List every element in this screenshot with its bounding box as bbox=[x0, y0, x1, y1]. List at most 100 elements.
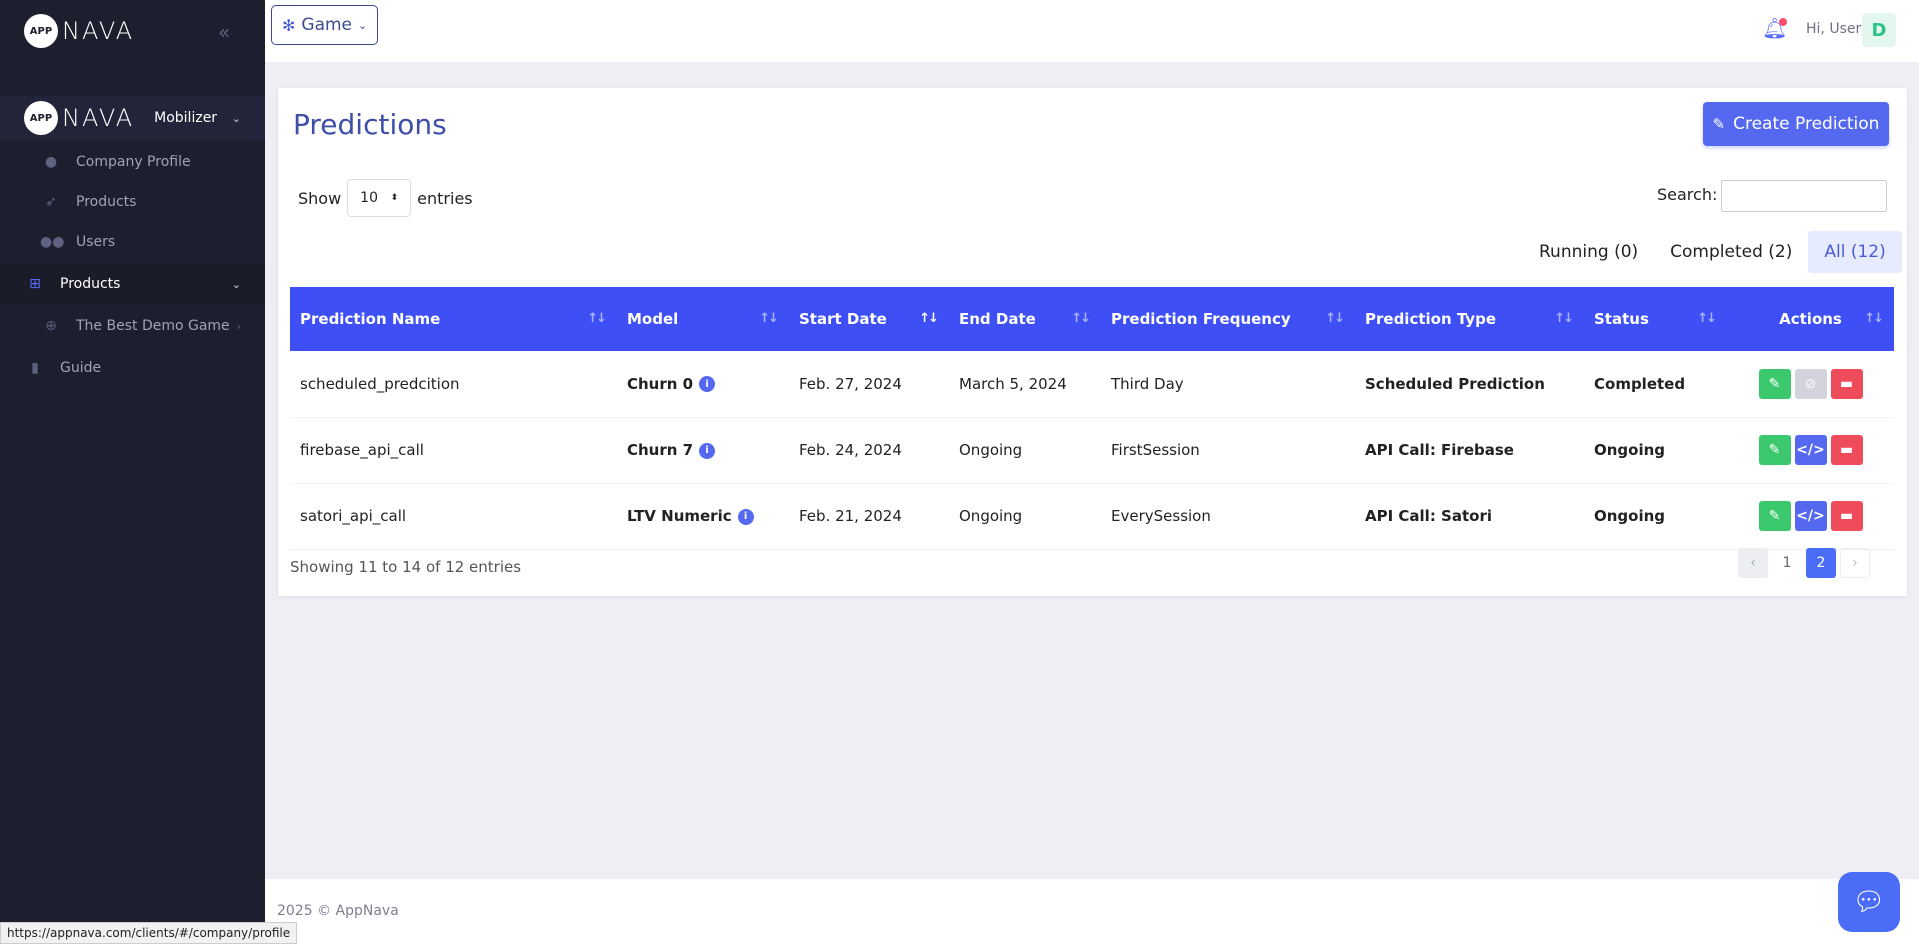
delete-button[interactable]: ▬ bbox=[1830, 435, 1863, 465]
sidebar-item-label: Company Profile bbox=[76, 154, 191, 170]
sidebar-item-label: Guide bbox=[60, 360, 102, 376]
brand-logo[interactable]: APP NAVA bbox=[24, 14, 134, 48]
info-icon[interactable]: i bbox=[699, 376, 716, 393]
gear-icon: ✻ bbox=[282, 15, 296, 35]
table-info: Showing 11 to 14 of 12 entries bbox=[290, 558, 522, 576]
org-name: Mobilizer bbox=[154, 110, 218, 126]
create-prediction-button[interactable]: ✎ Create Prediction bbox=[1703, 102, 1889, 146]
previous-page-button[interactable]: ‹ bbox=[1738, 548, 1768, 578]
code-icon: </> bbox=[1796, 442, 1825, 458]
sort-desc-icon: ↑↓ bbox=[919, 311, 939, 326]
chat-icon: 💬︎ bbox=[1852, 887, 1886, 917]
column-header-prediction-name[interactable]: Prediction Name ↑↓ bbox=[290, 287, 617, 351]
model-cell: Churn 0 i bbox=[617, 351, 789, 417]
sidebar-item-label: Products bbox=[76, 194, 137, 210]
column-header-end-date[interactable]: End Date ↑↓ bbox=[949, 287, 1101, 351]
double-chevron-left-icon[interactable]: « bbox=[218, 20, 230, 44]
column-header-start-date[interactable]: Start Date ↑↓ bbox=[789, 287, 949, 351]
model-name: LTV Numeric bbox=[627, 507, 732, 525]
code-button[interactable]: </> bbox=[1794, 435, 1827, 465]
game-label: Game bbox=[301, 15, 353, 35]
notification-dot bbox=[1779, 18, 1787, 26]
actions-cell: ✎ ⊘ ▬ bbox=[1727, 351, 1894, 417]
ban-icon: ⊘ bbox=[1804, 375, 1817, 392]
tab-running[interactable]: Running (0) bbox=[1523, 231, 1654, 273]
column-label: Start Date bbox=[799, 310, 887, 328]
search-input[interactable] bbox=[1721, 180, 1887, 212]
prediction-name: firebase_api_call bbox=[300, 441, 424, 459]
sidebar-item-label: Users bbox=[76, 234, 116, 250]
tab-completed[interactable]: Completed (2) bbox=[1654, 231, 1808, 273]
sidebar-item-products[interactable]: ⊞ Products ⌄ bbox=[0, 264, 265, 304]
chat-button[interactable]: 💬︎ bbox=[1838, 872, 1900, 932]
prediction-frequency: Third Day bbox=[1111, 374, 1184, 393]
edit-button[interactable]: ✎ bbox=[1758, 435, 1791, 465]
column-header-status[interactable]: Status ↑↓ bbox=[1584, 287, 1727, 351]
avatar[interactable]: D bbox=[1862, 13, 1896, 47]
footer: 2025 © AppNava bbox=[265, 879, 1919, 944]
model-name: Churn 0 bbox=[627, 374, 694, 393]
sidebar-org-mobilizer[interactable]: APP NAVA Mobilizer ⌄ bbox=[0, 96, 265, 140]
chevron-right-icon: › bbox=[236, 319, 241, 333]
org-logo-mark-icon: APP bbox=[24, 101, 58, 135]
column-header-prediction-type[interactable]: Prediction Type ↑↓ bbox=[1355, 287, 1584, 351]
sidebar-item-company-profile[interactable]: ● Company Profile bbox=[0, 142, 265, 182]
footer-copyright: 2025 © AppNava bbox=[277, 903, 399, 919]
status: Ongoing bbox=[1594, 441, 1666, 459]
disabled-button[interactable]: ⊘ bbox=[1794, 368, 1827, 399]
sidebar-item-label: Products bbox=[60, 276, 121, 292]
prediction-type: API Call: Firebase bbox=[1365, 441, 1514, 459]
sidebar-item-users[interactable]: ●● Users bbox=[0, 222, 265, 262]
logo-text: NAVA bbox=[62, 17, 135, 45]
code-button[interactable]: </> bbox=[1794, 501, 1827, 531]
game-selector-button[interactable]: ✻ Game ⌄ bbox=[271, 5, 379, 45]
column-label: Prediction Frequency bbox=[1111, 310, 1291, 328]
start-date: Feb. 27, 2024 bbox=[799, 374, 902, 393]
sort-icon: ↑↓ bbox=[1864, 311, 1884, 326]
sidebar-item-products-org[interactable]: ➶ Products bbox=[0, 182, 265, 222]
sidebar-item-the-best-demo-game[interactable]: ⊕ The Best Demo Game › bbox=[0, 306, 265, 346]
sort-icon: ↑↓ bbox=[1554, 311, 1574, 326]
chevron-right-icon: › bbox=[1852, 555, 1858, 571]
status-bar-url: https://appnava.com/clients/#/company/pr… bbox=[0, 922, 298, 944]
sort-icon: ↑↓ bbox=[1697, 311, 1717, 326]
users-icon: ●● bbox=[40, 234, 65, 250]
rocket-icon: ➶ bbox=[45, 194, 57, 210]
column-label: Prediction Name bbox=[300, 310, 441, 328]
tab-all[interactable]: All (12) bbox=[1808, 231, 1902, 273]
org-logo: APP NAVA bbox=[24, 101, 134, 135]
start-date: Feb. 21, 2024 bbox=[799, 507, 902, 525]
column-header-model[interactable]: Model ↑↓ bbox=[617, 287, 789, 351]
next-page-button[interactable]: › bbox=[1840, 548, 1870, 578]
logo-mark-icon: APP bbox=[24, 14, 58, 48]
book-icon: ▮ bbox=[31, 360, 39, 376]
prediction-frequency: FirstSession bbox=[1111, 441, 1200, 459]
actions-cell: ✎ </> ▬ bbox=[1727, 483, 1894, 549]
entries-value: 10 bbox=[360, 190, 378, 206]
edit-button[interactable]: ✎ bbox=[1758, 501, 1791, 531]
sidebar-item-label: The Best Demo Game bbox=[76, 318, 230, 334]
entries-select[interactable]: 10 ⬍ bbox=[347, 179, 412, 217]
sort-icon: ↑↓ bbox=[1071, 311, 1091, 326]
page-button-1[interactable]: 1 bbox=[1772, 548, 1802, 578]
user-icon: ● bbox=[44, 154, 58, 170]
sidebar-item-guide[interactable]: ▮ Guide bbox=[0, 348, 265, 388]
table-row: firebase_api_call Churn 7 i Feb. 24, 2024… bbox=[290, 417, 1894, 483]
info-icon[interactable]: i bbox=[699, 442, 716, 459]
column-header-prediction-frequency[interactable]: Prediction Frequency ↑↓ bbox=[1101, 287, 1355, 351]
page-button-2[interactable]: 2 bbox=[1806, 548, 1836, 578]
delete-button[interactable]: ▬ bbox=[1830, 368, 1863, 399]
model-cell: LTV Numeric i bbox=[617, 483, 789, 549]
top-bar: ✻ Game ⌄ 🔔︎ Hi, User D bbox=[265, 0, 1919, 62]
column-label: Prediction Type bbox=[1365, 310, 1496, 328]
edit-button[interactable]: ✎ bbox=[1758, 368, 1791, 399]
sort-icon: ↑↓ bbox=[587, 311, 607, 326]
status-tabs: Running (0) Completed (2) All (12) bbox=[1523, 231, 1902, 273]
trash-icon: ▬ bbox=[1839, 375, 1854, 392]
create-prediction-label: Create Prediction bbox=[1733, 114, 1880, 134]
column-header-actions[interactable]: Actions ↑↓ bbox=[1727, 287, 1894, 351]
delete-button[interactable]: ▬ bbox=[1830, 501, 1863, 531]
show-label: Show bbox=[298, 188, 342, 208]
info-icon[interactable]: i bbox=[737, 508, 754, 525]
prediction-frequency: EverySession bbox=[1111, 507, 1211, 525]
